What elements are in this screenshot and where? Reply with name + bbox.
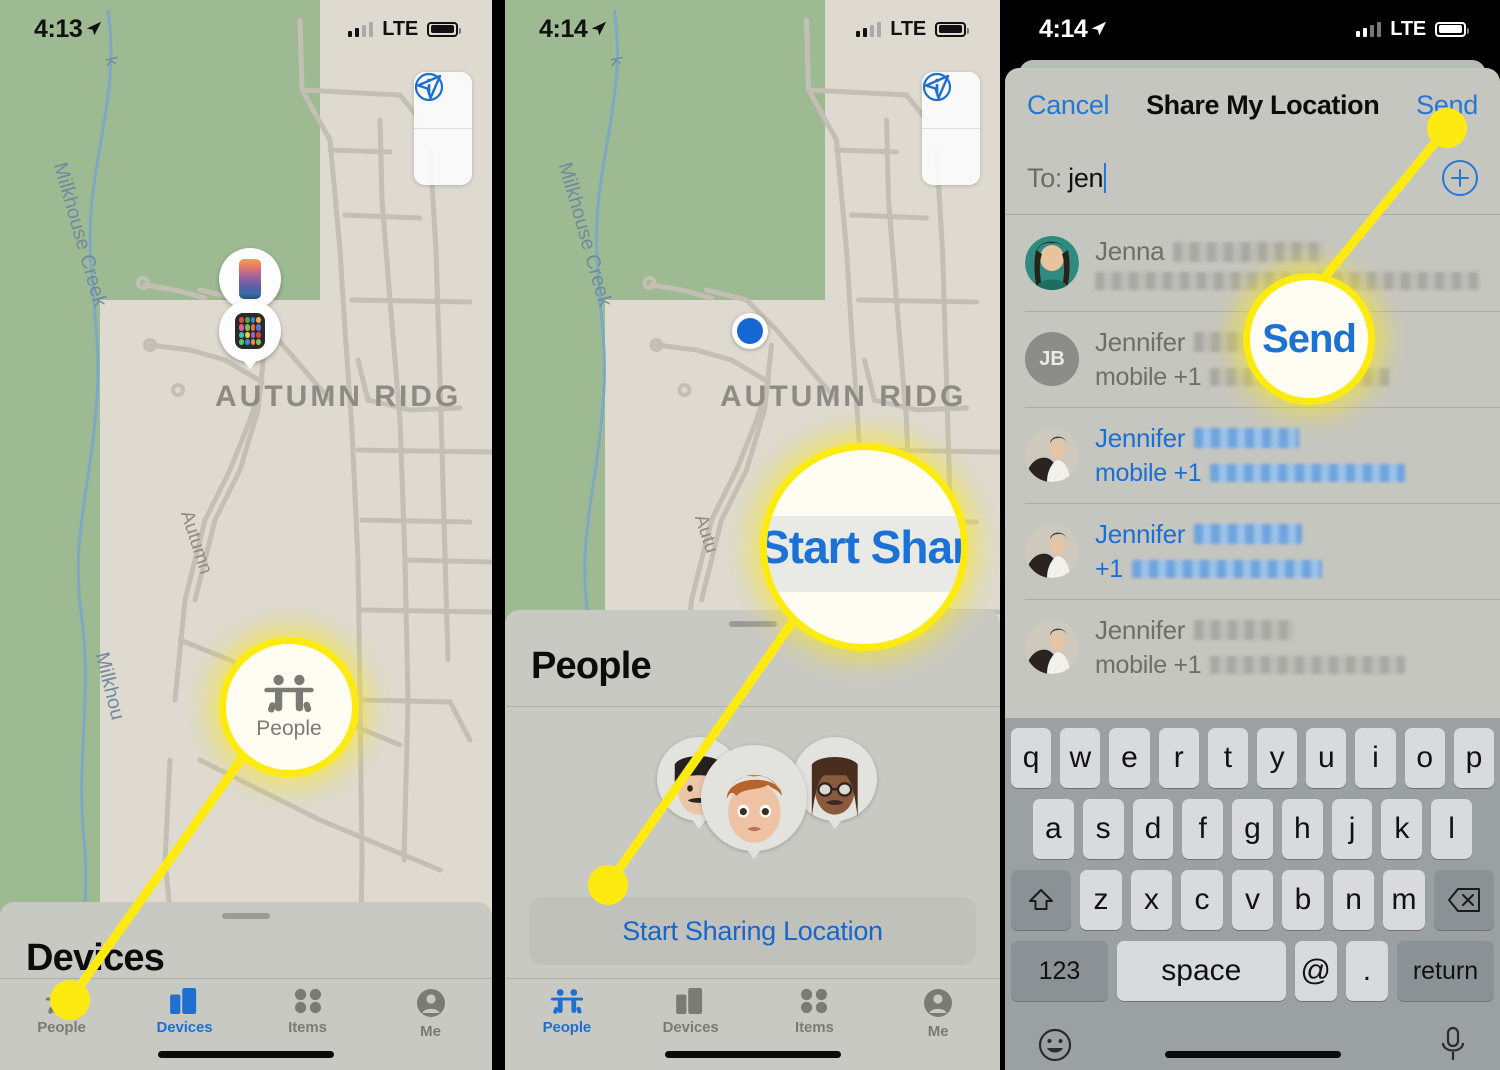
- annotation-dot-people: [50, 980, 90, 1020]
- callout-people-content: People: [256, 673, 322, 741]
- leader-line-start-sharing: [604, 597, 812, 888]
- annotation-dot-start-sharing: [588, 865, 628, 905]
- leader-line-people: [66, 737, 259, 1003]
- leader-line-send: [1302, 125, 1451, 303]
- callout-people: People: [219, 637, 359, 777]
- annotation-dot-send: [1427, 108, 1467, 148]
- callout-send-label: Send: [1262, 316, 1357, 361]
- annotation-leader-lines: [66, 125, 1451, 1003]
- callout-start-sharing-label: Start Shar: [760, 521, 968, 573]
- callout-send: Send: [1243, 273, 1375, 405]
- callout-people-label: People: [256, 717, 322, 740]
- callout-start-sharing: Start Shar: [760, 443, 968, 651]
- people-icon: [264, 674, 314, 713]
- screenshot-stage: AUTUMN RIDG Milkhouse Creek Milkhou k Au…: [0, 0, 1500, 1070]
